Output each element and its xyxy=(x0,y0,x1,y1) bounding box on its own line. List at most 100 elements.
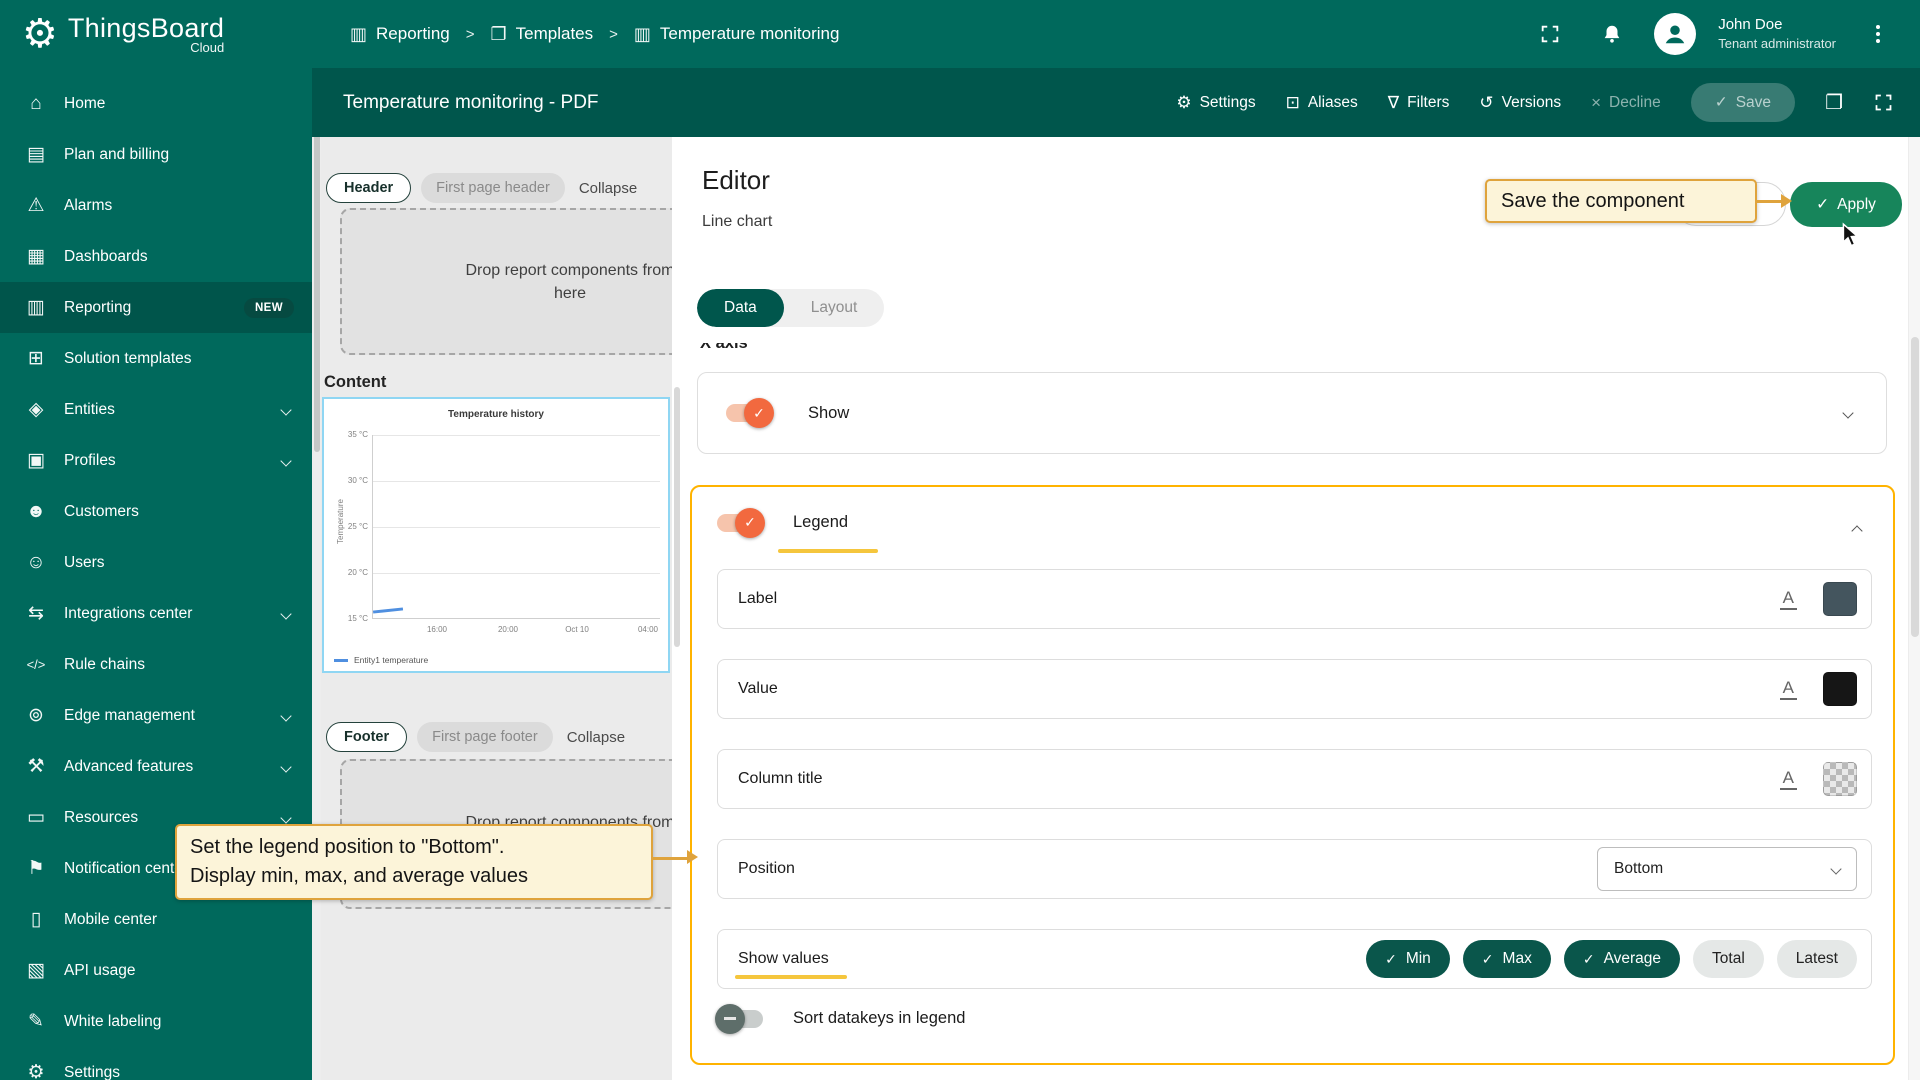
save-button[interactable]: ✓ Save xyxy=(1691,83,1795,122)
check-icon: ✓ xyxy=(1385,951,1397,968)
report-panel-scrollbar[interactable] xyxy=(672,137,682,1080)
sidebar-item-settings[interactable]: ⚙ Settings xyxy=(0,1047,312,1080)
legend-label-row[interactable]: Label A xyxy=(717,569,1872,629)
sidebar-item-api-usage[interactable]: ▧ API usage xyxy=(0,945,312,996)
thingsboard-logo[interactable]: ⚙ ThingsBoard Cloud xyxy=(22,13,308,55)
integrations-icon: ⇆ xyxy=(24,602,48,625)
collapse-header-button[interactable]: Collapse xyxy=(579,180,637,197)
sidebar-item-label: Solution templates xyxy=(64,350,192,368)
show-values-chip-total[interactable]: Total xyxy=(1693,940,1764,978)
chevron-down-icon[interactable] xyxy=(1842,407,1853,418)
show-values-chip-average[interactable]: ✓ Average xyxy=(1564,940,1680,978)
breadcrumb-temperature-monitoring[interactable]: ▥ Temperature monitoring xyxy=(634,24,840,45)
dashboards-icon: ▦ xyxy=(24,245,48,268)
notifications-button[interactable] xyxy=(1592,14,1632,54)
first-page-header-chip[interactable]: First page header xyxy=(421,173,565,203)
sidebar-item-label: Reporting xyxy=(64,299,131,317)
sidebar-item-advanced-features[interactable]: ⚒ Advanced features xyxy=(0,741,312,792)
font-settings-icon[interactable]: A xyxy=(1780,679,1797,700)
sidebar-item-white-labeling[interactable]: ✎ White labeling xyxy=(0,996,312,1047)
legend-value-row[interactable]: Value A xyxy=(717,659,1872,719)
sort-datakeys-row: Sort datakeys in legend xyxy=(717,1009,965,1028)
fullscreen-button[interactable] xyxy=(1530,14,1570,54)
tab-layout[interactable]: Layout xyxy=(784,289,885,327)
dropzone-text: Drop report components from here xyxy=(450,259,672,305)
overflow-menu-button[interactable] xyxy=(1858,14,1898,54)
collapse-footer-button[interactable]: Collapse xyxy=(567,729,625,746)
first-page-footer-chip[interactable]: First page footer xyxy=(417,722,553,752)
sidebar-item-alarms[interactable]: ⚠ Alarms xyxy=(0,180,312,231)
chevron-up-icon[interactable] xyxy=(1851,525,1862,536)
sidebar-item-dashboards[interactable]: ▦ Dashboards xyxy=(0,231,312,282)
callout-connector-line xyxy=(1757,200,1783,203)
top-app-bar: ⚙ ThingsBoard Cloud ▥ Reporting > ❐ Temp… xyxy=(0,0,1920,68)
chevron-down-icon xyxy=(280,455,291,466)
label-color-swatch[interactable] xyxy=(1823,582,1857,616)
scrollbar-thumb[interactable] xyxy=(1911,337,1919,637)
sidebar-item-customers[interactable]: ☻ Customers xyxy=(0,486,312,537)
legend-column-title-row[interactable]: Column title A xyxy=(717,749,1872,809)
sidebar-item-solution-templates[interactable]: ⊞ Solution templates xyxy=(0,333,312,384)
scrollbar-thumb[interactable] xyxy=(674,387,680,647)
toggle-knob: ✓ xyxy=(744,398,774,428)
legend-toggle[interactable]: ✓ xyxy=(717,514,763,532)
sidebar-item-mobile-center[interactable]: ▯ Mobile center xyxy=(0,894,312,945)
tab-data[interactable]: Data xyxy=(697,289,784,327)
breadcrumb: ▥ Reporting > ❐ Templates > ▥ Temperatur… xyxy=(350,24,839,45)
column-title-color-swatch[interactable] xyxy=(1823,762,1857,796)
user-meta: John Doe Tenant administrator xyxy=(1718,15,1836,53)
avatar[interactable] xyxy=(1654,13,1696,55)
sidebar-item-label: Plan and billing xyxy=(64,146,169,164)
font-settings-icon[interactable]: A xyxy=(1780,589,1797,610)
sort-datakeys-toggle[interactable] xyxy=(717,1010,763,1028)
edge-icon: ⊚ xyxy=(24,704,48,727)
sidebar-item-label: Resources xyxy=(64,809,138,827)
sidebar-item-profiles[interactable]: ▣ Profiles xyxy=(0,435,312,486)
chip-label: Latest xyxy=(1796,950,1838,968)
filters-button[interactable]: ∇ Filters xyxy=(1388,93,1450,113)
xaxis-show-toggle[interactable]: ✓ xyxy=(726,404,772,422)
aliases-button[interactable]: ⊡ Aliases xyxy=(1286,93,1358,113)
sidebar-item-rule-chains[interactable]: </> Rule chains xyxy=(0,639,312,690)
footer-section-chip[interactable]: Footer xyxy=(326,722,407,752)
sidebar-item-integrations-center[interactable]: ⇆ Integrations center xyxy=(0,588,312,639)
breadcrumb-templates[interactable]: ❐ Templates xyxy=(491,24,594,45)
show-values-chip-max[interactable]: ✓ Max xyxy=(1463,940,1551,978)
show-values-chip-min[interactable]: ✓ Min xyxy=(1366,940,1450,978)
header-dropzone[interactable]: Drop report components from here xyxy=(340,208,672,355)
show-values-chip-latest[interactable]: Latest xyxy=(1777,940,1857,978)
settings-button[interactable]: ⚙ Settings xyxy=(1176,93,1255,113)
toggle-knob: ✓ xyxy=(735,508,765,538)
versions-button[interactable]: ↺ Versions xyxy=(1479,93,1561,113)
export-pdf-button[interactable]: ❐ xyxy=(1825,90,1843,115)
report-icon: ▥ xyxy=(634,24,651,45)
editor-scrollbar[interactable] xyxy=(1908,137,1920,1080)
header-section-chip[interactable]: Header xyxy=(326,173,411,203)
chart-plot-area xyxy=(372,435,660,619)
decline-button[interactable]: × Decline xyxy=(1591,93,1661,113)
sidebar-item-edge-management[interactable]: ⊚ Edge management xyxy=(0,690,312,741)
sidebar-item-label: Customers xyxy=(64,503,139,521)
aliases-label: Aliases xyxy=(1308,94,1358,112)
sidebar-scrollbar[interactable] xyxy=(312,68,321,1080)
sidebar-item-label: Settings xyxy=(64,1064,120,1080)
sidebar-item-plan-and-billing[interactable]: ▤ Plan and billing xyxy=(0,129,312,180)
value-color-swatch[interactable] xyxy=(1823,672,1857,706)
breadcrumb-reporting[interactable]: ▥ Reporting xyxy=(350,24,450,45)
position-select[interactable]: Bottom xyxy=(1597,847,1857,891)
chevron-down-icon xyxy=(280,812,291,823)
sidebar-item-entities[interactable]: ◈ Entities xyxy=(0,384,312,435)
font-settings-icon[interactable]: A xyxy=(1780,769,1797,790)
sidebar-item-home[interactable]: ⌂ Home xyxy=(0,78,312,129)
apply-button[interactable]: ✓ Apply xyxy=(1790,182,1902,227)
breadcrumb-label: Templates xyxy=(516,24,593,44)
toolbar-fullscreen-button[interactable] xyxy=(1873,92,1894,113)
sidebar-item-users[interactable]: ☺ Users xyxy=(0,537,312,588)
tutorial-underline xyxy=(778,549,878,553)
x-tick: Oct 10 xyxy=(555,625,599,634)
mouse-cursor-icon xyxy=(1838,222,1864,248)
chart-preview[interactable]: Temperature history Temperature 35 °C 30… xyxy=(322,397,670,673)
sidebar-item-label: Notification center xyxy=(64,860,188,878)
sort-datakeys-label: Sort datakeys in legend xyxy=(793,1009,965,1028)
sidebar-item-reporting[interactable]: ▥ Reporting NEW xyxy=(0,282,312,333)
